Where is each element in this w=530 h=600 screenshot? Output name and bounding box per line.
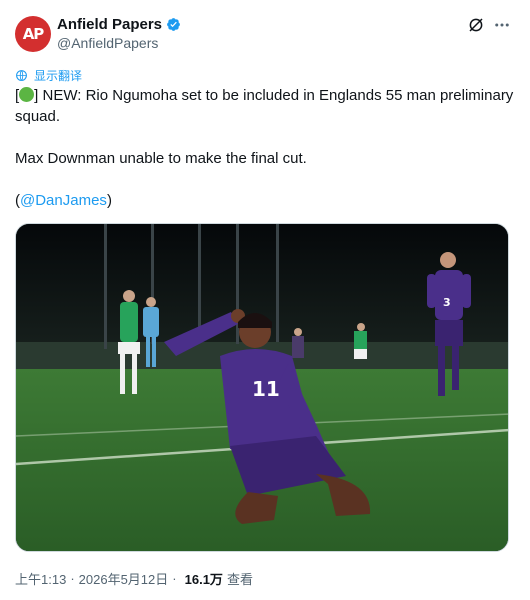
avatar[interactable]: AP [15, 16, 51, 52]
more-options-icon[interactable] [493, 16, 511, 34]
bg-player-number: 3 [443, 296, 451, 309]
tweet-date[interactable]: 2026年5月12日 [79, 569, 169, 588]
tweet-header: AP Anfield Papers @AnfieldPapers [15, 14, 515, 54]
views-dot: · [172, 571, 177, 586]
views-count[interactable]: 16.1万 [185, 569, 223, 588]
translate-label[interactable]: 显示翻译 [34, 67, 82, 84]
tweet-text: [] NEW: Rio Ngumoha set to be included i… [15, 85, 515, 211]
photo-scene: 3 11 [16, 224, 508, 551]
tweet-line-1: [] NEW: Rio Ngumoha set to be included i… [15, 85, 515, 127]
tweet-date-dot: · [70, 571, 75, 586]
views-label: 查看 [226, 572, 253, 587]
tweet-time[interactable]: 上午1:13 [15, 569, 66, 588]
author-handle[interactable]: @AnfieldPapers [57, 35, 181, 51]
grok-icon[interactable] [467, 16, 485, 34]
verified-badge-icon [167, 18, 180, 31]
paren-close: ) [106, 192, 112, 209]
tweet-media-photo[interactable]: 3 11 [15, 223, 509, 552]
globe-icon [16, 70, 27, 81]
display-name-text[interactable]: Anfield Papers [57, 16, 162, 33]
translate-link[interactable]: 显示翻译 [15, 67, 82, 84]
tweet-line-2: Max Downman unable to make the final cut… [15, 150, 307, 167]
mention-link[interactable]: @DanJames [20, 192, 107, 209]
tweet-line-1-text: ] NEW: Rio Ngumoha set to be included in… [15, 87, 514, 125]
tweet-meta: 上午1:13 · 2026年5月12日 · 16.1万 查看 [15, 569, 253, 588]
author-names: Anfield Papers @AnfieldPapers [57, 16, 181, 51]
main-player-number: 11 [252, 377, 280, 401]
tweet-line-3: (@DanJames) [15, 190, 515, 211]
author-display-name[interactable]: Anfield Papers [57, 16, 181, 33]
avatar-text: AP [22, 25, 45, 43]
green-circle-emoji-icon [19, 87, 35, 102]
